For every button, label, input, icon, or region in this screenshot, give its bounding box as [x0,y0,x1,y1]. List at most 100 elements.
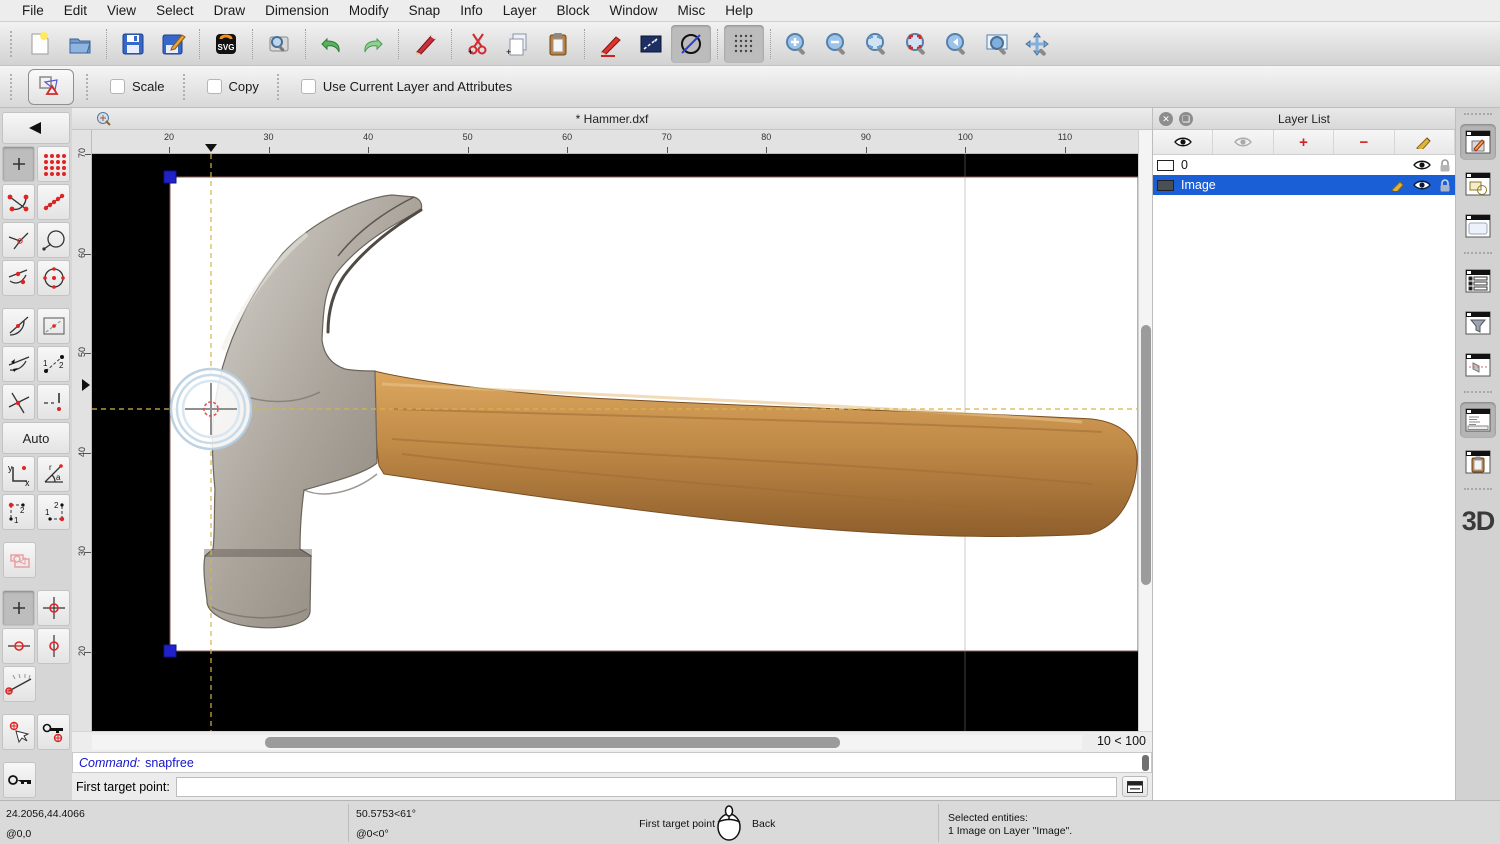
layer-panel-close-button[interactable]: ✕ [1159,112,1173,126]
menu-info[interactable]: Info [450,0,493,22]
snap-free-button[interactable] [2,146,35,182]
dock-property-editor-button[interactable] [1460,263,1496,299]
layer-image-edit-icon[interactable] [1391,179,1405,191]
selection-handle-top-left[interactable] [164,171,176,183]
copy-checkbox[interactable]: Copy [207,79,259,94]
toolbar-drag-handle[interactable] [10,31,16,57]
line-tool-button[interactable] [631,25,671,63]
zoom-out-button[interactable] [817,25,857,63]
snap-two-points-button[interactable]: 12 [37,346,70,382]
snap-grid-button[interactable] [37,146,70,182]
menu-window[interactable]: Window [600,0,668,22]
dock-drag-handle[interactable] [1464,113,1492,119]
coordinate-cartesian-button[interactable]: yx [2,456,35,492]
layer-row-0[interactable]: 0 [1153,155,1455,175]
show-all-layers-button[interactable] [1153,130,1213,154]
layer-panel-undock-button[interactable]: ❏ [1179,112,1193,126]
save-button[interactable] [113,25,153,63]
dock-block-list-button[interactable] [1460,166,1496,202]
menu-misc[interactable]: Misc [668,0,716,22]
snap-intersection-button[interactable] [2,384,35,420]
drawing-canvas[interactable] [92,154,1138,731]
add-layer-button[interactable]: + [1274,130,1334,154]
document-titlebar[interactable]: * Hammer.dxf [72,108,1152,130]
horizontal-scrollbar-thumb[interactable] [265,737,840,748]
options-drag-handle[interactable] [10,74,16,100]
paste-button[interactable] [538,25,578,63]
menu-draw[interactable]: Draw [204,0,256,22]
snap-auto-button[interactable]: Auto [2,422,70,454]
menu-file[interactable]: File [12,0,54,22]
snap-tangent-button[interactable] [2,308,35,344]
use-layer-checkbox[interactable]: Use Current Layer and Attributes [301,79,512,94]
zoom-window-button[interactable] [977,25,1017,63]
dock-3d-label[interactable]: 3D [1462,506,1495,537]
layer-row-image[interactable]: Image [1153,175,1455,195]
dock-layer-list-button[interactable] [1460,124,1496,160]
command-input[interactable] [176,777,1117,797]
vertical-scrollbar-thumb[interactable] [1141,325,1151,585]
copy-button[interactable]: + [498,25,538,63]
lock-relative-zero-button[interactable] [37,714,70,750]
menu-select[interactable]: Select [146,0,204,22]
restrict-vertical-button[interactable] [37,628,70,664]
snap-center-button[interactable] [37,260,70,296]
menu-edit[interactable]: Edit [54,0,97,22]
command-history-scrollbar[interactable] [1142,755,1149,771]
restrict-both-button[interactable] [37,590,70,626]
snap-middle-button[interactable] [2,260,35,296]
dock-pattern-viewer-button[interactable] [1460,347,1496,383]
layer-0-lock-icon[interactable] [1439,159,1451,172]
menu-block[interactable]: Block [547,0,600,22]
edit-layer-button[interactable] [1395,130,1455,154]
zoom-auto-button[interactable] [857,25,897,63]
restrict-horizontal-button[interactable] [2,628,35,664]
menu-layer[interactable]: Layer [493,0,547,22]
delete-button[interactable] [405,25,445,63]
menu-snap[interactable]: Snap [399,0,451,22]
snap-distance-button[interactable] [37,222,70,258]
zoom-back-button[interactable] [937,25,977,63]
back-button[interactable] [2,112,70,144]
dock-clipboard-button[interactable] [1460,444,1496,480]
grid-toggle-button[interactable] [724,25,764,63]
menu-dimension[interactable]: Dimension [255,0,339,22]
svg-export-button[interactable]: SVG [206,25,246,63]
dock-library-browser-button[interactable] [1460,208,1496,244]
new-file-button[interactable] [20,25,60,63]
save-as-button[interactable] [153,25,193,63]
dock-selection-filter-button[interactable] [1460,305,1496,341]
menu-help[interactable]: Help [715,0,763,22]
draw-pencil-button[interactable] [591,25,631,63]
corner-point-b-button[interactable]: 12 [37,494,70,530]
relative-zero-button[interactable] [3,762,36,798]
menu-modify[interactable]: Modify [339,0,399,22]
use-layer-checkbox-box[interactable] [301,79,316,94]
redo-button[interactable] [352,25,392,63]
vertical-scrollbar[interactable] [1138,130,1152,731]
corner-point-a-button[interactable]: 12 [2,494,35,530]
restrict-angle-button[interactable] [2,346,35,382]
snap-reference-button[interactable] [37,308,70,344]
scale-checkbox-box[interactable] [110,79,125,94]
zoom-in-button[interactable] [777,25,817,63]
active-tool-button[interactable] [28,69,74,105]
print-preview-button[interactable] [259,25,299,63]
ellipse-tool-button[interactable] [671,25,711,63]
snap-intersection-manual-button[interactable] [37,384,70,420]
set-relative-zero-button[interactable] [2,714,35,750]
menu-view[interactable]: View [97,0,146,22]
snap-on-entity-button[interactable] [37,184,70,220]
scale-checkbox[interactable]: Scale [110,79,165,94]
zoom-pan-button[interactable] [1017,25,1057,63]
undo-button[interactable] [312,25,352,63]
angle-measure-button[interactable] [3,666,36,702]
layer-image-visibility-icon[interactable] [1413,179,1431,191]
copy-checkbox-box[interactable] [207,79,222,94]
dock-command-line-button[interactable] [1460,402,1496,438]
horizontal-scrollbar[interactable] [92,735,1082,750]
cut-button[interactable]: + [458,25,498,63]
coordinate-polar-button[interactable]: ra [37,456,70,492]
zoom-previous-button[interactable] [897,25,937,63]
remove-layer-button[interactable]: − [1334,130,1394,154]
